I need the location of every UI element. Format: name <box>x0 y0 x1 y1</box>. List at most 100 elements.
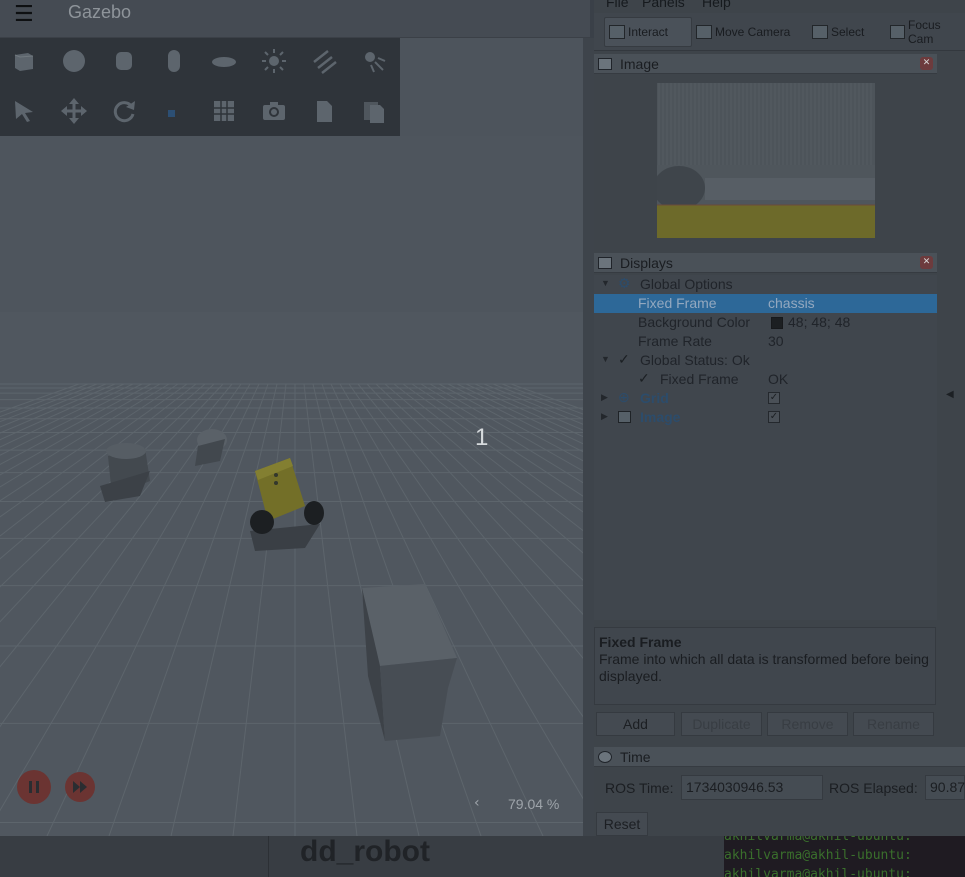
divider <box>268 836 269 877</box>
tree-value[interactable]: chassis <box>768 295 815 311</box>
tree-label: Image <box>640 409 681 425</box>
displays-tree: ▼ ⚙ Global Options Fixed Frame chassis B… <box>594 275 937 620</box>
property-help-box: Fixed Frame Frame into which all data is… <box>594 627 936 705</box>
paste-icon[interactable] <box>358 95 390 127</box>
terminal-line: akhilvarma@akhil-ubuntu: <box>724 867 912 877</box>
tree-label: Fixed Frame <box>660 371 739 387</box>
select-label: Select <box>831 25 865 39</box>
gazebo-3d-scene[interactable] <box>0 136 590 836</box>
ros-elapsed-field[interactable]: 90.87 <box>925 775 965 800</box>
focus-camera-button[interactable]: Focus Cam <box>890 17 965 47</box>
sphere-icon[interactable] <box>58 45 90 77</box>
time-panel-title: Time <box>620 748 651 765</box>
tree-value[interactable]: 30 <box>768 333 784 349</box>
expand-arrow-icon[interactable]: ▼ <box>601 354 610 364</box>
menu-help[interactable]: Help <box>702 0 731 10</box>
grid-checkbox[interactable]: ✓ <box>768 392 780 404</box>
ros-time-label: ROS Time: <box>605 780 674 796</box>
tree-label: Grid <box>640 390 669 406</box>
tree-label: Global Options <box>640 276 733 292</box>
collapse-stats-arrow-icon[interactable]: ‹ <box>474 795 480 811</box>
directional-light-icon[interactable] <box>308 45 340 77</box>
step-forward-button[interactable] <box>65 772 95 802</box>
tree-row-background-color[interactable]: Background Color 48; 48; 48 <box>594 313 937 332</box>
menu-file[interactable]: File <box>606 0 629 10</box>
monitor-icon <box>598 256 612 269</box>
align-grid-icon[interactable] <box>208 95 240 127</box>
grid-icon: ⊕ <box>618 389 630 405</box>
ellipsoid-icon[interactable] <box>208 45 240 77</box>
rename-display-button[interactable]: Rename <box>853 712 934 736</box>
select-arrow-icon[interactable] <box>8 95 40 127</box>
color-swatch[interactable] <box>771 317 783 329</box>
image-panel-header: Image ✕ <box>594 54 937 74</box>
tree-row-global-status[interactable]: ▼ ✓ Global Status: Ok <box>594 351 937 370</box>
checkmark-icon: ✓ <box>638 370 650 386</box>
translate-icon[interactable] <box>58 95 90 127</box>
collapse-views-arrow-icon[interactable]: ◀ <box>946 389 954 400</box>
collapsed-arrow-icon[interactable]: ▶ <box>601 392 608 403</box>
time-row: ROS Time: 1734030946.53 ROS Elapsed: 90.… <box>594 775 965 805</box>
gear-icon: ⚙ <box>618 275 631 291</box>
collapsed-arrow-icon[interactable]: ▶ <box>601 411 608 422</box>
cylinder-icon[interactable] <box>108 45 140 77</box>
copy-icon[interactable] <box>308 95 340 127</box>
hamburger-icon[interactable]: ☰ <box>14 4 36 26</box>
duplicate-display-button[interactable]: Duplicate <box>681 712 762 736</box>
rviz-toolbar: Interact Move Camera Select Focus Cam <box>594 13 965 51</box>
tree-row-fixed-frame[interactable]: Fixed Frame chassis <box>594 294 937 313</box>
move-camera-label: Move Camera <box>715 25 791 39</box>
point-light-icon[interactable] <box>258 45 290 77</box>
time-panel-header: Time <box>594 747 965 767</box>
tree-row-grid[interactable]: ▶ ⊕ Grid ✓ <box>594 389 937 408</box>
rviz-menubar: File Panels Help <box>594 0 965 10</box>
displays-panel-title: Displays <box>620 254 673 271</box>
move-camera-icon <box>696 25 712 39</box>
terminal-line: akhilvarma@akhil-ubuntu: <box>724 836 912 844</box>
package-name-heading: dd_robot <box>300 835 430 868</box>
rotate-icon[interactable] <box>108 95 140 127</box>
close-icon[interactable]: ✕ <box>920 57 933 70</box>
tree-row-frame-rate[interactable]: Frame Rate 30 <box>594 332 937 351</box>
tree-label: Background Color <box>638 314 751 330</box>
interact-tool-button[interactable]: Interact <box>604 17 692 47</box>
focus-camera-label: Focus Cam <box>908 18 941 46</box>
tree-row-global-options[interactable]: ▼ ⚙ Global Options <box>594 275 937 294</box>
close-icon[interactable]: ✕ <box>920 256 933 269</box>
focus-camera-icon <box>890 25 905 39</box>
pause-button[interactable] <box>17 770 51 804</box>
expand-arrow-icon[interactable]: ▼ <box>601 278 610 288</box>
menu-panels[interactable]: Panels <box>642 0 685 10</box>
image-checkbox[interactable]: ✓ <box>768 411 780 423</box>
terminal-window[interactable]: akhilvarma@akhil-ubuntu: akhilvarma@akhi… <box>724 836 965 877</box>
capsule-icon[interactable] <box>158 45 190 77</box>
select-tool-button[interactable]: Select <box>812 17 864 47</box>
reset-button[interactable]: Reset <box>596 812 648 836</box>
help-text: Frame into which all data is transformed… <box>599 651 929 684</box>
hand-icon <box>609 25 625 39</box>
displays-panel-header: Displays ✕ <box>594 253 937 273</box>
ros-time-field[interactable]: 1734030946.53 <box>681 775 823 800</box>
tree-value[interactable]: 48; 48; 48 <box>788 314 850 330</box>
scale-icon[interactable] <box>158 95 190 127</box>
add-display-button[interactable]: Add <box>596 712 675 736</box>
real-time-factor: 79.04 % <box>508 796 560 812</box>
interact-label: Interact <box>628 25 669 39</box>
tree-label: Frame Rate <box>638 333 712 349</box>
image-icon <box>618 411 631 423</box>
screenshot-icon[interactable] <box>258 95 290 127</box>
tree-label: Fixed Frame <box>638 295 717 311</box>
image-icon <box>598 57 612 70</box>
remove-display-button[interactable]: Remove <box>767 712 848 736</box>
rviz-window: File Panels Help Interact Move Camera Se… <box>594 0 965 836</box>
dock-splitter[interactable] <box>583 38 594 836</box>
tree-value: OK <box>768 371 789 387</box>
tree-row-fixed-frame-status[interactable]: ✓ Fixed Frame OK <box>594 370 937 389</box>
select-box-icon <box>812 25 828 39</box>
camera-image-view <box>657 83 875 238</box>
spot-light-icon[interactable] <box>358 45 390 77</box>
move-camera-button[interactable]: Move Camera <box>696 17 790 47</box>
box-icon[interactable] <box>8 45 40 77</box>
tree-row-image[interactable]: ▶ Image ✓ <box>594 408 937 427</box>
help-title: Fixed Frame <box>599 634 682 650</box>
